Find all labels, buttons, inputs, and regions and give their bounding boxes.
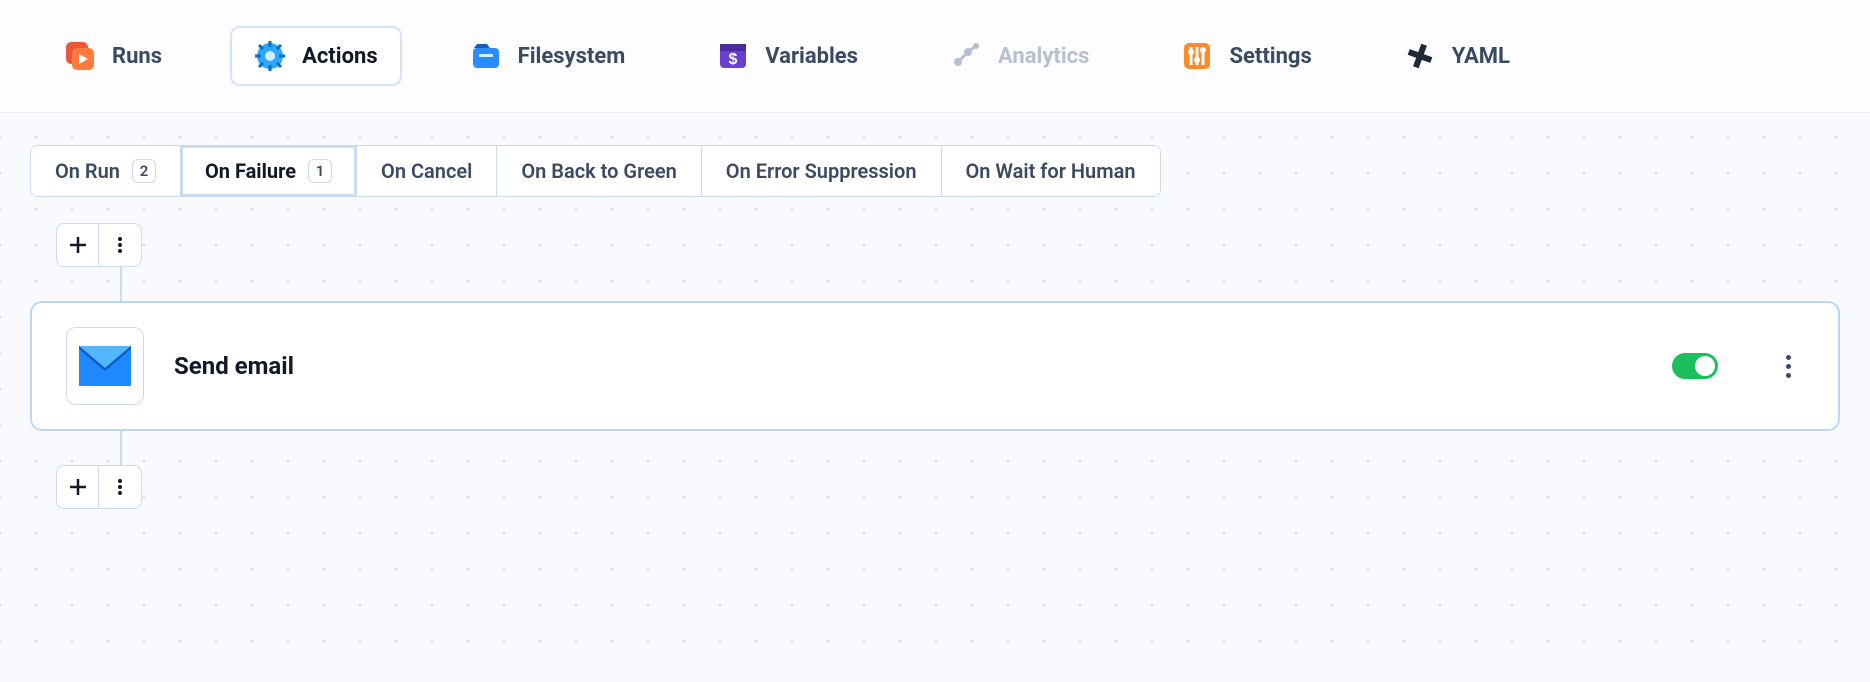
analytics-icon — [950, 40, 982, 72]
tab-variables[interactable]: $ Variables — [693, 26, 882, 86]
add-node-top — [56, 223, 142, 267]
trigger-on-error-suppression[interactable]: On Error Suppression — [702, 146, 942, 196]
actions-canvas: On Run 2 On Failure 1 On Cancel On Back … — [0, 113, 1870, 675]
trigger-on-back-to-green[interactable]: On Back to Green — [497, 146, 701, 196]
trigger-on-run[interactable]: On Run 2 — [31, 146, 181, 196]
tab-filesystem[interactable]: Filesystem — [446, 26, 650, 86]
action-more-button[interactable] — [1772, 350, 1804, 382]
trigger-label: On Wait for Human — [966, 159, 1136, 183]
svg-text:$: $ — [729, 51, 738, 68]
trigger-label: On Run — [55, 159, 120, 183]
connector-line — [120, 431, 122, 465]
more-options-button[interactable] — [99, 224, 141, 266]
trigger-on-failure[interactable]: On Failure 1 — [181, 146, 357, 196]
actions-icon — [254, 40, 286, 72]
email-icon — [66, 327, 144, 405]
trigger-tabs: On Run 2 On Failure 1 On Cancel On Back … — [30, 145, 1161, 197]
action-enabled-toggle[interactable] — [1672, 353, 1718, 379]
trigger-on-cancel[interactable]: On Cancel — [357, 146, 497, 196]
tab-label: Runs — [112, 44, 162, 69]
trigger-label: On Back to Green — [521, 159, 676, 183]
trigger-label: On Error Suppression — [726, 159, 917, 183]
tab-actions[interactable]: Actions — [230, 26, 402, 86]
connector-line — [120, 267, 122, 301]
trigger-on-wait-for-human[interactable]: On Wait for Human — [942, 146, 1160, 196]
top-nav: Runs Actions Filesystem — [0, 0, 1870, 113]
tab-yaml[interactable]: YAML — [1380, 26, 1534, 86]
settings-icon — [1181, 40, 1213, 72]
add-node-bottom — [56, 465, 142, 509]
tab-settings[interactable]: Settings — [1157, 26, 1335, 86]
action-title: Send email — [174, 352, 1642, 380]
tab-label: Analytics — [998, 44, 1089, 69]
tab-label: YAML — [1452, 44, 1510, 69]
runs-icon — [64, 40, 96, 72]
tab-analytics: Analytics — [926, 26, 1113, 86]
trigger-label: On Cancel — [381, 159, 472, 183]
yaml-icon — [1404, 40, 1436, 72]
add-action-button[interactable] — [57, 224, 99, 266]
trigger-label: On Failure — [205, 159, 296, 183]
tab-label: Variables — [765, 44, 858, 69]
tab-label: Actions — [302, 44, 378, 69]
trigger-count: 2 — [132, 159, 156, 183]
tab-label: Filesystem — [518, 44, 626, 69]
action-card-send-email[interactable]: Send email — [30, 301, 1840, 431]
tab-label: Settings — [1229, 44, 1311, 69]
tab-runs[interactable]: Runs — [40, 26, 186, 86]
filesystem-icon — [470, 40, 502, 72]
trigger-count: 1 — [308, 159, 332, 183]
more-options-button[interactable] — [99, 466, 141, 508]
variables-icon: $ — [717, 40, 749, 72]
add-action-button[interactable] — [57, 466, 99, 508]
